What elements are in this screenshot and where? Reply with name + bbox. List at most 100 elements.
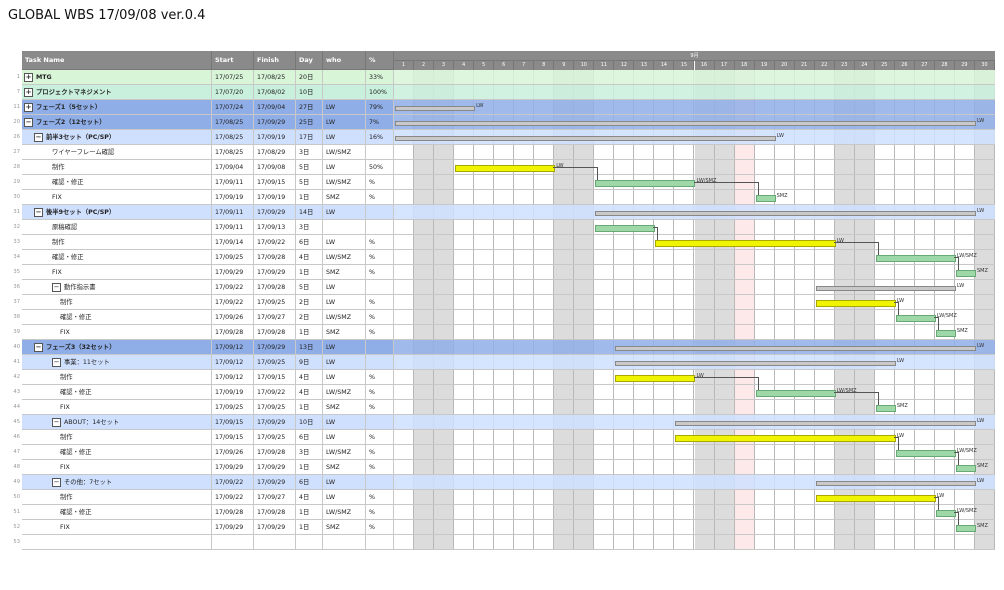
gantt-bar[interactable] [755,390,836,397]
cell-label: 制作 [22,430,212,445]
cell-day: 3日 [296,145,323,160]
table-row[interactable]: 34 確認・修正 17/09/25 17/09/28 4日 LW/SMZ% [13,250,394,265]
table-row[interactable]: 44 FIX 17/09/25 17/09/25 1日 SMZ% [13,400,394,415]
header-task-name[interactable]: Task Name [22,51,212,70]
task-name: 制作 [60,494,73,501]
task-name: ワイヤーフレーム確認 [52,149,115,156]
gantt-bar[interactable] [455,165,556,172]
expand-toggle-icon[interactable]: + [24,72,33,82]
cell-start: 17/07/24 [212,100,254,115]
expand-toggle-icon[interactable]: − [34,132,43,142]
row-number: 35 [13,269,20,275]
table-row[interactable]: 53 [13,535,394,550]
cell-label: FIX [22,400,212,415]
expand-toggle-icon[interactable]: − [24,117,33,127]
cell-pct: 33% [366,70,394,85]
header-finish[interactable]: Finish [254,51,296,70]
table-row[interactable]: 31− 後半9セット（PC/SP） 17/09/11 17/09/29 14日 LW [13,205,394,220]
task-name: 確認・修正 [52,179,84,186]
table-row[interactable]: 36− 動作指示書 17/09/22 17/09/28 5日 LW [13,280,394,295]
gantt-bar[interactable] [815,495,936,502]
table-row[interactable]: 47 確認・修正 17/09/26 17/09/28 3日 LW/SMZ% [13,445,394,460]
gantt-bar[interactable] [955,270,976,277]
table-row[interactable]: 52 FIX 17/09/29 17/09/29 1日 SMZ% [13,520,394,535]
table-row[interactable]: 40− フェーズ3（32セット） 17/09/12 17/09/29 13日 LW [13,340,394,355]
cell-start: 17/09/29 [212,520,254,535]
gantt-bar[interactable] [675,421,976,426]
table-row[interactable]: 41− 事業：11セット 17/09/12 17/09/25 9日 LW [13,355,394,370]
dependency-connector [953,512,959,526]
expand-toggle-icon[interactable]: − [52,477,61,487]
gantt-bar[interactable] [615,375,696,382]
table-row[interactable]: 49− その他：7セット 17/09/22 17/09/29 6日 LW [13,475,394,490]
gantt-bar[interactable] [595,180,696,187]
header-who[interactable]: who [323,51,366,70]
gantt-bar[interactable] [935,330,956,337]
gantt-bar[interactable] [875,405,896,412]
table-row[interactable]: 7 + プロジェクトマネジメント 17/07/20 17/08/02 10日 100% [17,85,394,100]
gantt-bar[interactable] [755,195,776,202]
table-row[interactable]: 48 FIX 17/09/29 17/09/29 1日 SMZ% [13,460,394,475]
gantt-bar[interactable] [395,136,776,141]
expand-toggle-icon[interactable]: + [24,102,33,112]
table-row[interactable]: 20− フェーズ2（12セット） 17/08/25 17/09/29 25日 LW 7% [13,115,394,130]
gantt-bar[interactable] [655,240,836,247]
table-row[interactable]: 38 確認・修正 17/09/26 17/09/27 2日 LW/SMZ% [13,310,394,325]
expand-toggle-icon[interactable]: + [24,87,33,97]
table-row[interactable]: 30 FIX 17/09/19 17/09/19 1日 SMZ% [13,190,394,205]
gantt-bar[interactable] [615,346,976,351]
task-name: 前半3セット（PC/SP） [46,134,116,141]
dependency-connector [953,257,959,271]
table-row[interactable]: 27 ワイヤーフレーム確認 17/08/25 17/08/29 3日 LW/SMZ [13,145,394,160]
gantt-bar[interactable] [815,300,896,307]
table-row[interactable]: 35 FIX 17/09/29 17/09/29 1日 SMZ% [13,265,394,280]
table-row[interactable]: 46 制作 17/09/15 17/09/25 6日 LW% [13,430,394,445]
gantt-day-label: 5 [474,61,495,70]
gantt-bar[interactable] [615,361,896,366]
table-row[interactable]: 43 確認・修正 17/09/19 17/09/22 4日 LW/SMZ% [13,385,394,400]
table-row[interactable]: 45− ABOUT：14セット 17/09/15 17/09/29 10日 LW [13,415,394,430]
table-row[interactable]: 50 制作 17/09/22 17/09/27 4日 LW% [13,490,394,505]
expand-toggle-icon[interactable]: − [52,282,61,292]
table-row[interactable]: 29 確認・修正 17/09/11 17/09/15 5日 LW/SMZ% [13,175,394,190]
gantt-bar[interactable] [595,211,976,216]
gantt-bar[interactable] [815,481,976,486]
gantt-bar[interactable] [895,450,956,457]
table-row[interactable]: 32 原稿確認 17/09/11 17/09/13 3日 [13,220,394,235]
cell-day: 4日 [296,490,323,505]
table-row[interactable]: 42 制作 17/09/12 17/09/15 4日 LW% [13,370,394,385]
gantt-bar[interactable] [395,121,976,126]
table-row[interactable]: 33 制作 17/09/14 17/09/22 6日 LW% [13,235,394,250]
expand-toggle-icon[interactable]: − [34,207,43,217]
gantt-bar[interactable] [595,225,656,232]
gantt-bar[interactable] [955,525,976,532]
gantt-bar-label: LW/SMZ [956,253,977,259]
table-row[interactable]: 51 確認・修正 17/09/28 17/09/28 1日 LW/SMZ% [13,505,394,520]
header-day[interactable]: Day [296,51,323,70]
gantt-day-label: 3 [434,61,455,70]
table-row[interactable]: 1 + MTG 17/07/25 17/08/25 20日 33% [17,70,394,85]
gantt-bar[interactable] [955,465,976,472]
expand-toggle-icon[interactable]: − [52,357,61,367]
gantt-bar[interactable] [395,106,476,111]
table-row[interactable]: 26− 前半3セット（PC/SP） 17/08/25 17/09/19 17日 LW 16% [13,130,394,145]
expand-toggle-icon[interactable]: − [34,342,43,352]
table-row[interactable]: 28 制作 17/09/04 17/09/08 5日 LW 50% [13,160,394,175]
table-row[interactable]: 11 + フェーズ1（5セット） 17/07/24 17/09/04 27日 LW 79% [13,100,394,115]
table-row[interactable]: 39 FIX 17/09/28 17/09/28 1日 SMZ% [13,325,394,340]
row-number: 45 [13,419,20,425]
gantt-bar[interactable] [935,510,956,517]
task-name: 制作 [60,374,73,381]
cell-pct: % [366,175,394,190]
header-percent[interactable]: % [366,51,394,70]
header-start[interactable]: Start [212,51,254,70]
gantt-bar[interactable] [875,255,956,262]
gantt-bar[interactable] [675,435,896,442]
gantt-bar[interactable] [895,315,936,322]
task-name: FIX [52,194,62,201]
table-row[interactable]: 37 制作 17/09/22 17/09/25 2日 LW% [13,295,394,310]
cell-day: 1日 [296,460,323,475]
cell-day: 17日 [296,130,323,145]
expand-toggle-icon[interactable]: − [52,417,61,427]
gantt-bar[interactable] [815,286,956,291]
